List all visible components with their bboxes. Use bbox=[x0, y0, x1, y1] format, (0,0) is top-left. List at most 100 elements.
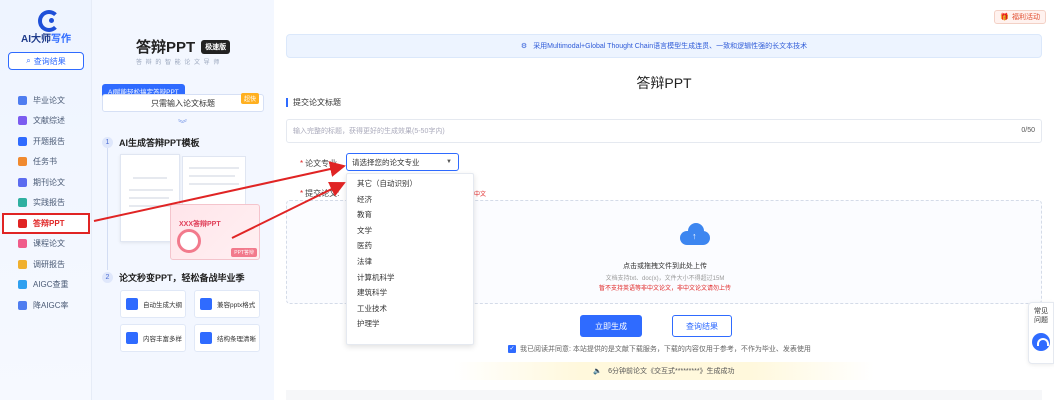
page-title: 答辩PPT bbox=[636, 75, 692, 91]
promo-subtitle: 答 辩 的 智 能 论 文 导 师 bbox=[136, 60, 221, 66]
step-1: 1 AI生成答辩PPT模板 bbox=[102, 136, 200, 149]
sidebar-nav: 毕业论文文献综述开题报告任务书期刊论文实践报告答辩PPT 课程论文调研报告 AIGC… bbox=[0, 90, 92, 316]
agreement: ✓ 我已阅读并同意: 本站提供的是文献下载服务，下载的内容仅用于参考，不作为毕业… bbox=[508, 345, 811, 353]
major-option[interactable]: 文学 bbox=[347, 223, 473, 239]
welfare-button[interactable]: 🎁 福利活动 bbox=[994, 10, 1046, 24]
robot-icon: ⚙ bbox=[520, 43, 528, 50]
promo-title-input[interactable]: 只需输入论文标题 超快 bbox=[102, 93, 264, 112]
hint-text: 中文 bbox=[474, 192, 487, 198]
major-select[interactable]: 请选择您的论文专业 ▼ bbox=[346, 153, 459, 171]
sidebar-item-label: 文献综述 bbox=[33, 116, 65, 126]
promo-panel: 答辩PPT 极速版 答 辩 的 智 能 论 文 导 师 AI赋能轻松搞定答辩PP… bbox=[92, 0, 274, 400]
nav-icon bbox=[18, 157, 27, 167]
nav-icon bbox=[18, 177, 27, 187]
section-title: 提交论文标题 bbox=[286, 98, 341, 107]
nav-icon bbox=[18, 95, 27, 105]
sidebar-item-5[interactable]: 实践报告 bbox=[0, 193, 92, 214]
nav-icon bbox=[18, 280, 27, 290]
feature-pptx: 兼容pptx格式 bbox=[194, 290, 260, 318]
major-option[interactable]: 医药 bbox=[347, 238, 473, 254]
major-dropdown: 其它（自动识别） 经济 教育 文学 医药 法律 计算机科学 建筑科学 工业技术 护理学 bbox=[346, 173, 474, 345]
major-option[interactable]: 护理学 bbox=[347, 316, 473, 332]
faq-label: 常见 问题 bbox=[1034, 308, 1048, 324]
caret-down-icon: ▼ bbox=[446, 159, 452, 165]
sidebar-item-label: 实践报告 bbox=[33, 198, 65, 208]
sidebar-item-label: 答辩PPT bbox=[33, 218, 65, 228]
logo-icon bbox=[35, 10, 60, 32]
sidebar-item-1[interactable]: 文献综述 bbox=[0, 111, 92, 132]
content-icon bbox=[126, 332, 138, 344]
sidebar-item-label: 课程论文 bbox=[33, 239, 65, 249]
generate-button[interactable]: 立即生成 bbox=[580, 315, 642, 337]
footer-strip bbox=[286, 390, 1042, 400]
major-option[interactable]: 其它（自动识别） bbox=[347, 176, 473, 192]
faq-float[interactable]: 常见 问题 bbox=[1028, 302, 1054, 364]
major-label: * 论文专业 bbox=[300, 159, 338, 168]
sidebar-item-label: 降AIGC率 bbox=[33, 300, 69, 310]
query-results-button-main[interactable]: 查询结果 bbox=[672, 315, 732, 337]
structure-icon bbox=[200, 332, 212, 344]
sidebar-item-label: 开题报告 bbox=[33, 136, 65, 146]
submit-paper-label: * 提交论文: bbox=[300, 189, 340, 198]
paper-title-input[interactable]: 输入完整的标题，获得更好的生成效果(5-50字内) 0/50 bbox=[286, 119, 1042, 143]
speaker-icon: 🔈 bbox=[593, 368, 603, 375]
sidebar-item-label: 期刊论文 bbox=[33, 177, 65, 187]
query-results-button[interactable]: ⌕ 查询结果 bbox=[8, 52, 84, 70]
major-option[interactable]: 计算机科学 bbox=[347, 270, 473, 286]
major-option[interactable]: 建筑科学 bbox=[347, 285, 473, 301]
hot-badge: 超快 bbox=[240, 93, 259, 104]
chevron-down-icon: ︾ bbox=[178, 119, 188, 129]
agree-checkbox[interactable]: ✓ bbox=[508, 345, 516, 353]
generation-notice: 🔈 6分钟前论文《交互式*********》生成成功 bbox=[454, 362, 874, 380]
sidebar-item-label: 毕业论文 bbox=[33, 95, 65, 105]
sidebar-item-label: AIGC查重 bbox=[33, 280, 69, 290]
sidebar-item-0[interactable]: 毕业论文 bbox=[0, 90, 92, 111]
nav-icon bbox=[18, 198, 27, 208]
cloud-upload-icon: ↑ bbox=[680, 223, 710, 245]
outline-icon bbox=[126, 298, 138, 310]
sidebar-item-3[interactable]: 任务书 bbox=[0, 152, 92, 173]
step-2: 2 论文秒变PPT，轻松备战毕业季 bbox=[102, 271, 245, 284]
sidebar-item-6[interactable]: 答辩PPT bbox=[2, 213, 90, 234]
major-option[interactable]: 工业技术 bbox=[347, 301, 473, 317]
feature-structure: 结构条理清晰 bbox=[194, 324, 260, 352]
nav-icon bbox=[18, 136, 27, 146]
feature-content: 内容丰富多样 bbox=[120, 324, 186, 352]
major-option[interactable]: 教育 bbox=[347, 207, 473, 223]
promo-title: 答辩PPT 极速版 bbox=[136, 36, 231, 57]
sidebar-item-label: 调研报告 bbox=[33, 259, 65, 269]
sidebar-item-10[interactable]: 降AIGC率 bbox=[0, 295, 92, 316]
sidebar-item-label: 任务书 bbox=[33, 157, 57, 167]
slide-cover-emblem bbox=[177, 229, 201, 253]
ppt-template-preview: XXX答辩PPT PPT答辩 bbox=[120, 152, 260, 262]
step-line bbox=[107, 148, 108, 270]
nav-icon bbox=[18, 239, 27, 249]
slide-cover-tag: PPT答辩 bbox=[231, 248, 257, 257]
char-count: 0/50 bbox=[1021, 127, 1035, 134]
sidebar-item-7[interactable]: 课程论文 bbox=[0, 234, 92, 255]
left-sidebar: AI大师写作 ⌕ 查询结果 毕业论文文献综述开题报告任务书期刊论文实践报告答辩P… bbox=[0, 0, 92, 400]
gift-icon: 🎁 bbox=[1000, 14, 1009, 21]
slide-preview-cover: XXX答辩PPT PPT答辩 bbox=[170, 204, 260, 260]
nav-icon bbox=[18, 116, 27, 126]
sidebar-item-9[interactable]: AIGC查重 bbox=[0, 275, 92, 296]
brand-logo[interactable]: AI大师写作 bbox=[14, 10, 78, 45]
nav-icon bbox=[18, 259, 27, 269]
major-option[interactable]: 法律 bbox=[347, 254, 473, 270]
pptx-icon bbox=[200, 298, 212, 310]
sidebar-item-8[interactable]: 调研报告 bbox=[0, 254, 92, 275]
promo-badge: 极速版 bbox=[201, 39, 231, 54]
logo-text: AI大师写作 bbox=[21, 34, 71, 45]
slide-cover-title: XXX答辩PPT bbox=[179, 221, 221, 228]
slide-preview-b bbox=[182, 156, 246, 208]
search-icon: ⌕ bbox=[26, 56, 31, 65]
feature-outline: 自动生成大纲 bbox=[120, 290, 186, 318]
tech-banner: ⚙ 采用Multimodal+Global Thought Chain语言模型生… bbox=[286, 34, 1042, 58]
major-option[interactable]: 经济 bbox=[347, 192, 473, 208]
nav-icon bbox=[18, 218, 27, 228]
main-content: 🎁 福利活动 ⚙ 采用Multimodal+Global Thought Cha… bbox=[274, 0, 1054, 400]
nav-icon bbox=[18, 300, 27, 310]
sidebar-item-2[interactable]: 开题报告 bbox=[0, 131, 92, 152]
sidebar-item-4[interactable]: 期刊论文 bbox=[0, 172, 92, 193]
headset-icon bbox=[1032, 333, 1050, 351]
